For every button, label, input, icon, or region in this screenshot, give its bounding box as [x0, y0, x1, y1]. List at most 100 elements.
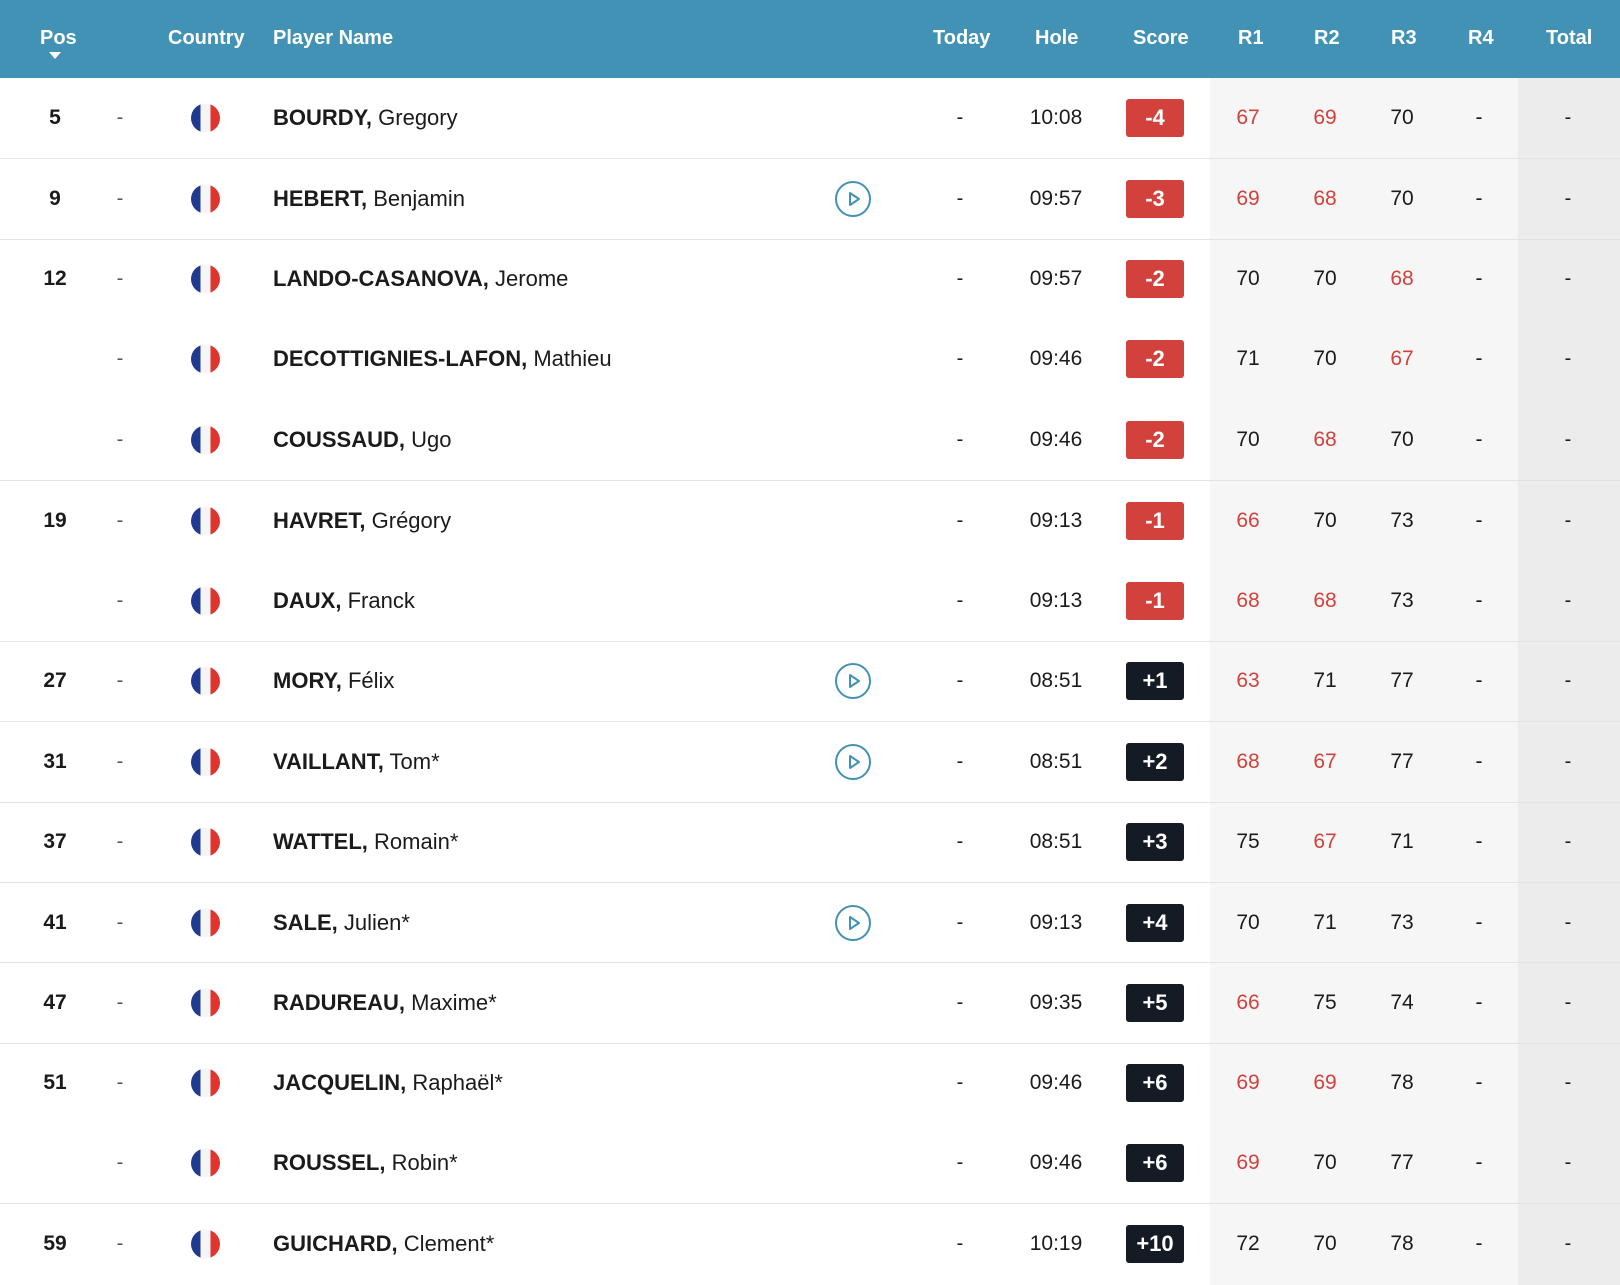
- round-3-score: 78: [1390, 1071, 1414, 1095]
- player-first-name: Clement*: [403, 1231, 495, 1257]
- table-row[interactable]: 19 - HAVRET, Grégory - 09:13 -1 66 70 73 - -: [0, 479, 1620, 560]
- table-row[interactable]: 59 - GUICHARD, Clement* - 10:19 +10 72 70 78 - -: [0, 1203, 1620, 1283]
- player-name[interactable]: WATTEL, Romain*: [273, 829, 458, 855]
- table-row[interactable]: 27 - MORY, Félix - 08:51 +1 63 71 77 - -: [0, 640, 1620, 721]
- player-first-name: Raphaël*: [412, 1070, 503, 1096]
- round-1-score: 70: [1236, 910, 1260, 934]
- player-name[interactable]: JACQUELIN, Raphaël*: [273, 1070, 503, 1096]
- table-row[interactable]: - DAUX, Franck - 09:13 -1 68 68 73 - -: [0, 560, 1620, 640]
- table-row[interactable]: 9 - HEBERT, Benjamin - 09:57 -3 69 68 70 - -: [0, 158, 1620, 238]
- france-flag-icon: [191, 1148, 220, 1178]
- player-name[interactable]: RADUREAU, Maxime*: [273, 990, 497, 1016]
- france-flag-icon: [191, 666, 220, 696]
- position: 19: [43, 508, 67, 532]
- header-score[interactable]: Score: [1133, 27, 1189, 50]
- table-row[interactable]: 51 - JACQUELIN, Raphaël* - 09:46 +6 69 69 78 - -: [0, 1042, 1620, 1123]
- table-row[interactable]: 37 - WATTEL, Romain* - 08:51 +3 75 67 71 - -: [0, 801, 1620, 882]
- player-name[interactable]: HAVRET, Grégory: [273, 508, 451, 534]
- player-last-name: LANDO-CASANOVA,: [273, 266, 489, 292]
- round-3-score: 71: [1390, 830, 1414, 854]
- header-r1[interactable]: R1: [1238, 27, 1264, 50]
- header-country[interactable]: Country: [168, 27, 245, 50]
- round-3-score: 73: [1390, 588, 1414, 612]
- header-r3[interactable]: R3: [1391, 27, 1417, 50]
- round-1-score: 68: [1236, 749, 1260, 773]
- player-name[interactable]: DECOTTIGNIES-LAFON, Mathieu: [273, 346, 612, 372]
- sort-down-icon[interactable]: [49, 52, 61, 59]
- round-3-score: 70: [1390, 187, 1414, 211]
- france-flag-icon: [191, 988, 220, 1018]
- france-flag-icon: [191, 586, 220, 616]
- player-last-name: JACQUELIN,: [273, 1070, 407, 1096]
- round-4-score: -: [1475, 830, 1483, 854]
- tee-time: 09:13: [1029, 588, 1083, 612]
- position: 27: [43, 669, 67, 693]
- player-name[interactable]: DAUX, Franck: [273, 588, 415, 614]
- player-name[interactable]: COUSSAUD, Ugo: [273, 427, 452, 453]
- header-pos[interactable]: Pos: [40, 27, 77, 50]
- round-4-score: -: [1475, 427, 1483, 451]
- table-row[interactable]: - ROUSSEL, Robin* - 09:46 +6 69 70 77 - -: [0, 1123, 1620, 1203]
- player-name[interactable]: MORY, Félix: [273, 668, 394, 694]
- position-movement: -: [116, 589, 124, 612]
- player-name[interactable]: LANDO-CASANOVA, Jerome: [273, 266, 568, 292]
- player-name[interactable]: BOURDY, Gregory: [273, 105, 458, 131]
- round-3-score: 78: [1390, 1232, 1414, 1256]
- round-4-score: -: [1475, 1071, 1483, 1095]
- player-name[interactable]: VAILLANT, Tom*: [273, 749, 440, 775]
- play-video-icon[interactable]: [835, 743, 871, 780]
- round-3-score: 70: [1390, 427, 1414, 451]
- play-video-icon[interactable]: [835, 904, 871, 941]
- table-body: 5 - BOURDY, Gregory - 10:08 -4 67 69 70 - - 9 - HEBER…: [0, 78, 1620, 1284]
- header-player-name[interactable]: Player Name: [273, 27, 393, 50]
- total-score: -: [1564, 669, 1572, 692]
- today-score: -: [956, 750, 964, 773]
- play-video-icon[interactable]: [835, 663, 871, 700]
- tee-time: 09:35: [1029, 990, 1083, 1014]
- play-video-icon[interactable]: [835, 181, 871, 218]
- header-r4[interactable]: R4: [1468, 27, 1494, 50]
- player-last-name: VAILLANT,: [273, 748, 384, 774]
- table-row[interactable]: 31 - VAILLANT, Tom* - 08:51 +2 68 67 77 - -: [0, 721, 1620, 801]
- leaderboard: Pos Country Player Name Today Hole Score…: [0, 0, 1620, 1285]
- player-last-name: SALE,: [273, 909, 338, 935]
- round-1-score: 63: [1236, 669, 1260, 693]
- table-row[interactable]: 5 - BOURDY, Gregory - 10:08 -4 67 69 70 - -: [0, 78, 1620, 158]
- tee-time: 10:08: [1029, 106, 1083, 130]
- table-row[interactable]: 41 - SALE, Julien* - 09:13 +4 70 71 73 - -: [0, 881, 1620, 962]
- total-score: -: [1564, 106, 1572, 129]
- score-badge: +1: [1126, 662, 1184, 701]
- round-4-score: -: [1475, 508, 1483, 532]
- position: 12: [43, 267, 67, 291]
- player-first-name: Robin*: [391, 1150, 458, 1176]
- player-name[interactable]: HEBERT, Benjamin: [273, 186, 465, 212]
- position: 9: [49, 187, 61, 211]
- total-score: -: [1564, 509, 1572, 532]
- header-r2[interactable]: R2: [1314, 27, 1340, 50]
- header-hole[interactable]: Hole: [1035, 27, 1078, 50]
- tee-time: 09:57: [1029, 187, 1083, 211]
- table-row[interactable]: - DECOTTIGNIES-LAFON, Mathieu - 09:46 -2 71 70…: [0, 319, 1620, 399]
- position-movement: -: [116, 187, 124, 210]
- france-flag-icon: [191, 1068, 220, 1098]
- tee-time: 09:46: [1029, 1151, 1083, 1175]
- today-score: -: [956, 991, 964, 1014]
- table-row[interactable]: 47 - RADUREAU, Maxime* - 09:35 +5 66 75 74 - -: [0, 962, 1620, 1042]
- header-total[interactable]: Total: [1546, 27, 1592, 50]
- player-last-name: WATTEL,: [273, 829, 368, 855]
- tee-time: 09:46: [1029, 427, 1083, 451]
- player-first-name: Mathieu: [533, 346, 612, 372]
- player-name[interactable]: SALE, Julien*: [273, 910, 410, 936]
- player-first-name: Jerome: [495, 266, 569, 292]
- table-row[interactable]: 12 - LANDO-CASANOVA, Jerome - 09:57 -2 70 70 68 -…: [0, 238, 1620, 319]
- round-1-score: 70: [1236, 267, 1260, 291]
- position-movement: -: [116, 991, 124, 1014]
- header-today[interactable]: Today: [933, 27, 990, 50]
- player-last-name: RADUREAU,: [273, 989, 405, 1015]
- round-4-score: -: [1475, 669, 1483, 693]
- table-row[interactable]: - COUSSAUD, Ugo - 09:46 -2 70 68 70 - -: [0, 400, 1620, 480]
- tee-time: 09:57: [1029, 267, 1083, 291]
- player-name[interactable]: ROUSSEL, Robin*: [273, 1150, 458, 1176]
- player-name[interactable]: GUICHARD, Clement*: [273, 1231, 494, 1257]
- score-badge: -1: [1126, 501, 1184, 540]
